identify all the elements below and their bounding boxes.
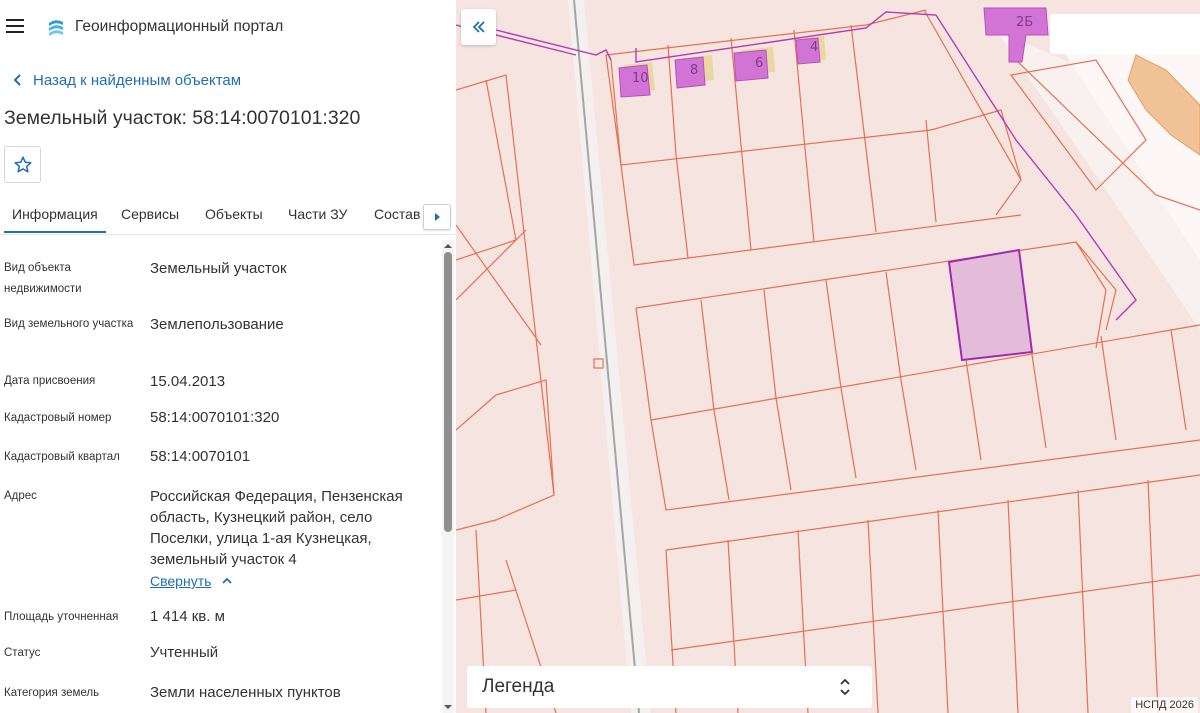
house-number-label: 10 <box>632 71 649 86</box>
portal-logo-icon <box>49 20 63 36</box>
property-value: Землепользование <box>150 316 284 333</box>
tab-objects[interactable]: Объекты <box>205 198 263 233</box>
hamburger-icon[interactable] <box>6 19 24 35</box>
map-attribution: НСПД 2026 <box>1131 697 1198 713</box>
house-number-label: 8 <box>690 63 698 78</box>
chevron-left-icon <box>13 74 21 86</box>
cadastral-map[interactable]: 10 8 6 4 2Б <box>456 0 1200 713</box>
property-label: Вид земельного участка <box>4 318 134 330</box>
road-centerline <box>573 0 640 713</box>
house-number-label: 4 <box>810 40 818 55</box>
tab-bar: Информация Сервисы Объекты Части ЗУ Сост… <box>0 198 456 235</box>
property-value: Земли населенных пунктов <box>150 684 341 701</box>
property-label: Кадастровый номер <box>4 412 112 424</box>
double-chevron-left-icon <box>472 21 485 33</box>
map-view[interactable]: 10 8 6 4 2Б Легенда НСПД 2026 <box>456 0 1200 713</box>
house-number-label: 2Б <box>1016 15 1033 30</box>
map-search-input[interactable] <box>1050 14 1200 54</box>
property-value: 1 414 кв. м <box>150 608 225 625</box>
legend-label: Легенда <box>482 676 555 697</box>
caret-right-icon <box>435 213 440 221</box>
property-label: Категория земель <box>4 687 100 699</box>
tab-services[interactable]: Сервисы <box>121 198 179 233</box>
legend-panel[interactable]: Легенда <box>467 666 872 708</box>
property-value: 15.04.2013 <box>150 373 226 390</box>
favorite-button[interactable] <box>4 146 41 183</box>
tab-land-parts[interactable]: Части ЗУ <box>288 198 347 233</box>
house-number-label: 6 <box>755 56 763 71</box>
property-label: Адрес <box>4 490 37 502</box>
collapse-sidebar-button[interactable] <box>461 9 496 45</box>
chevron-up-icon <box>222 577 233 584</box>
property-value: 58:14:0070101 <box>150 448 251 465</box>
app-title: Геоинформационный портал <box>75 18 284 35</box>
sidebar-scrollbar[interactable] <box>442 240 454 713</box>
back-to-results-link[interactable]: Назад к найденным объектам <box>9 70 241 90</box>
property-label: Вид объекта недвижимости <box>4 262 82 295</box>
property-label: Площадь уточненная <box>4 611 119 623</box>
collapse-link-label: Свернуть <box>150 573 212 589</box>
road-strip <box>568 0 651 713</box>
back-link-label: Назад к найденным объектам <box>33 71 242 89</box>
collapse-address-link[interactable]: Свернуть <box>150 573 235 589</box>
address-value: Российская Федерация, Пензенская область… <box>150 488 403 568</box>
top-bar: Геоинформационный портал <box>0 0 456 56</box>
selected-parcel[interactable] <box>947 248 1034 362</box>
scroll-thumb[interactable] <box>444 252 452 532</box>
scroll-down-icon[interactable] <box>444 703 452 711</box>
sidebar: Геоинформационный портал Назад к найденн… <box>0 0 456 713</box>
star-icon <box>13 155 32 173</box>
scroll-up-icon[interactable] <box>444 242 452 250</box>
tab-composition[interactable]: Состав <box>374 198 420 233</box>
tab-information[interactable]: Информация <box>4 198 106 233</box>
unfold-icon[interactable] <box>837 677 853 697</box>
property-value: Земельный участок <box>150 260 287 277</box>
object-title: Земельный участок: 58:14:0070101:320 <box>4 107 361 129</box>
property-label: Статус <box>4 647 41 659</box>
property-label: Кадастровый квартал <box>4 451 120 463</box>
property-label: Дата присвоения <box>4 375 96 387</box>
property-value: 58:14:0070101:320 <box>150 409 280 426</box>
property-value: Учтенный <box>150 644 219 661</box>
tabs-next-button[interactable] <box>423 204 451 230</box>
